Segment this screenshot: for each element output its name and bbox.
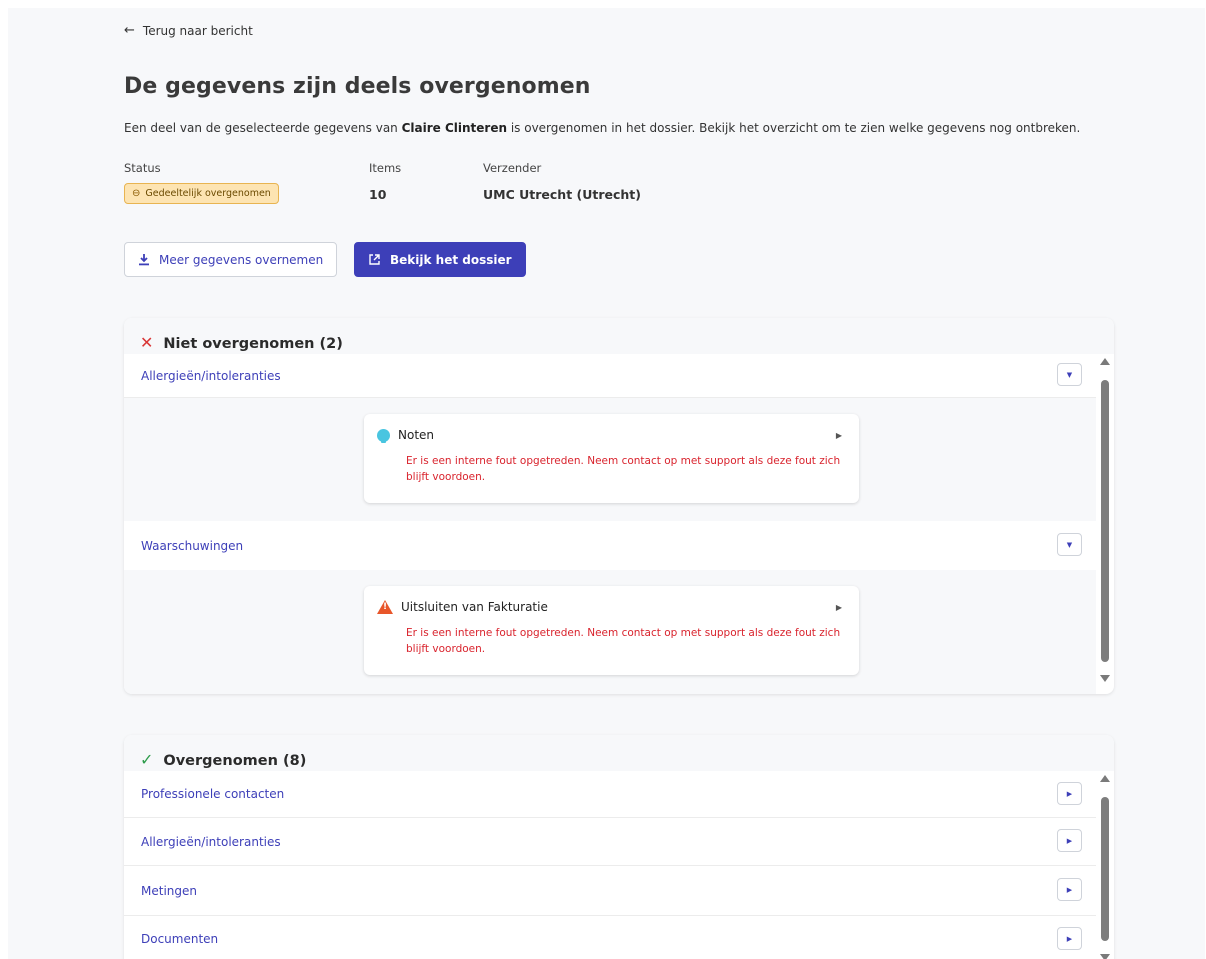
intro-prefix: Een deel van de geselecteerde gegevens v… <box>124 121 402 135</box>
page-title: De gegevens zijn deels overgenomen <box>124 74 591 99</box>
chevron-right-icon[interactable]: ▶ <box>1057 927 1082 950</box>
section-label: Allergieën/intoleranties <box>141 834 281 849</box>
import-more-button[interactable]: Meer gegevens overnemen <box>124 242 338 277</box>
close-icon: ✕ <box>140 333 154 352</box>
item-card-fakturatie[interactable]: ! Uitsluiten van Fakturatie ▶ Er is een … <box>364 586 859 675</box>
expanded-warnings: ! Uitsluiten van Fakturatie ▶ Er is een … <box>124 570 1096 694</box>
not-imported-card: ✕ Niet overgenomen (2) Allergieën/intole… <box>124 318 1114 694</box>
section-label: Allergieën/intoleranties <box>141 368 281 383</box>
error-message: Er is een interne fout opgetreden. Neem … <box>406 627 841 655</box>
intro-text: Een deel van de geselecteerde gegevens v… <box>124 121 1080 135</box>
section-row-contacts[interactable]: Professionele contacten ▶ <box>124 771 1096 818</box>
view-dossier-label: Bekijk het dossier <box>390 252 512 267</box>
chevron-right-icon: ▶ <box>835 603 842 612</box>
item-card-noten[interactable]: Noten ▶ Er is een interne fout opgetrede… <box>364 414 859 503</box>
section-row-measurements[interactable]: Metingen ▶ <box>124 866 1096 916</box>
status-badge: ⊖ Gedeeltelijk overgenomen <box>124 183 279 204</box>
expanded-allergies: Noten ▶ Er is een interne fout opgetrede… <box>124 398 1096 521</box>
imported-header: ✓ Overgenomen (8) <box>124 735 1114 771</box>
chevron-right-icon[interactable]: ▶ <box>1057 878 1082 901</box>
chevron-right-icon[interactable]: ▶ <box>1057 782 1082 805</box>
download-icon <box>139 254 149 266</box>
scroll-down-icon[interactable] <box>1100 675 1110 682</box>
section-label: Professionele contacten <box>141 787 285 801</box>
chevron-down-icon[interactable]: ▼ <box>1057 533 1082 556</box>
section-label: Documenten <box>141 931 219 946</box>
section-row-allergies[interactable]: Allergieën/intoleranties ▶ <box>124 818 1096 866</box>
items-value: 10 <box>369 187 387 202</box>
scroll-up-icon[interactable] <box>1100 358 1110 365</box>
check-icon: ✓ <box>140 750 154 769</box>
chevron-right-icon: ▶ <box>835 431 842 440</box>
scrollbar-thumb[interactable] <box>1101 797 1109 941</box>
status-badge-label: Gedeeltelijk overgenomen <box>145 188 271 199</box>
section-label: Waarschuwingen <box>141 538 244 553</box>
view-dossier-button[interactable]: Bekijk het dossier <box>354 242 526 277</box>
section-label: Metingen <box>141 883 197 898</box>
back-link-label: Terug naar bericht <box>142 23 253 38</box>
scrollbar[interactable] <box>1096 354 1114 686</box>
chevron-right-icon[interactable]: ▶ <box>1057 829 1082 852</box>
intro-suffix: is overgenomen in het dossier. Bekijk he… <box>507 121 1081 135</box>
imported-list[interactable]: Professionele contacten ▶ Allergieën/int… <box>124 771 1114 959</box>
item-title: Uitsluiten van Fakturatie <box>401 600 548 614</box>
imported-card: ✓ Overgenomen (8) Professionele contacte… <box>124 735 1114 959</box>
not-imported-header: ✕ Niet overgenomen (2) <box>124 318 1114 354</box>
import-more-label: Meer gegevens overnemen <box>159 252 324 267</box>
minus-circle-icon: ⊖ <box>132 188 141 199</box>
external-link-icon <box>369 254 380 265</box>
not-imported-list[interactable]: Allergieën/intoleranties ▼ Noten ▶ Er is… <box>124 354 1114 694</box>
scrollbar-thumb[interactable] <box>1101 380 1109 662</box>
back-link[interactable]: ← Terug naar bericht <box>124 23 253 38</box>
patient-name: Claire Clinteren <box>401 121 508 135</box>
imported-title: Overgenomen (8) <box>163 753 307 769</box>
items-label: Items <box>369 161 402 175</box>
status-label: Status <box>124 161 161 175</box>
section-row-warnings[interactable]: Waarschuwingen ▼ <box>124 521 1096 571</box>
sender-label: Verzender <box>483 161 542 175</box>
item-title-row: ! Uitsluiten van Fakturatie <box>377 600 548 614</box>
scroll-up-icon[interactable] <box>1100 775 1110 782</box>
error-message: Er is een interne fout opgetreden. Neem … <box>406 455 841 483</box>
item-title-row: Noten <box>377 428 435 443</box>
lightbulb-icon <box>377 428 390 443</box>
section-row-documents[interactable]: Documenten ▶ <box>124 916 1096 959</box>
sender-value: UMC Utrecht (Utrecht) <box>483 187 641 202</box>
page: ← Terug naar bericht De gegevens zijn de… <box>8 8 1205 959</box>
warning-icon: ! <box>377 600 393 614</box>
chevron-down-icon[interactable]: ▼ <box>1057 363 1082 386</box>
scroll-down-icon[interactable] <box>1100 954 1110 959</box>
arrow-left-icon: ← <box>124 23 135 38</box>
section-row-allergies[interactable]: Allergieën/intoleranties ▼ <box>124 354 1096 398</box>
item-title: Noten <box>398 428 435 442</box>
scrollbar[interactable] <box>1096 771 1114 959</box>
not-imported-title: Niet overgenomen (2) <box>163 336 343 352</box>
